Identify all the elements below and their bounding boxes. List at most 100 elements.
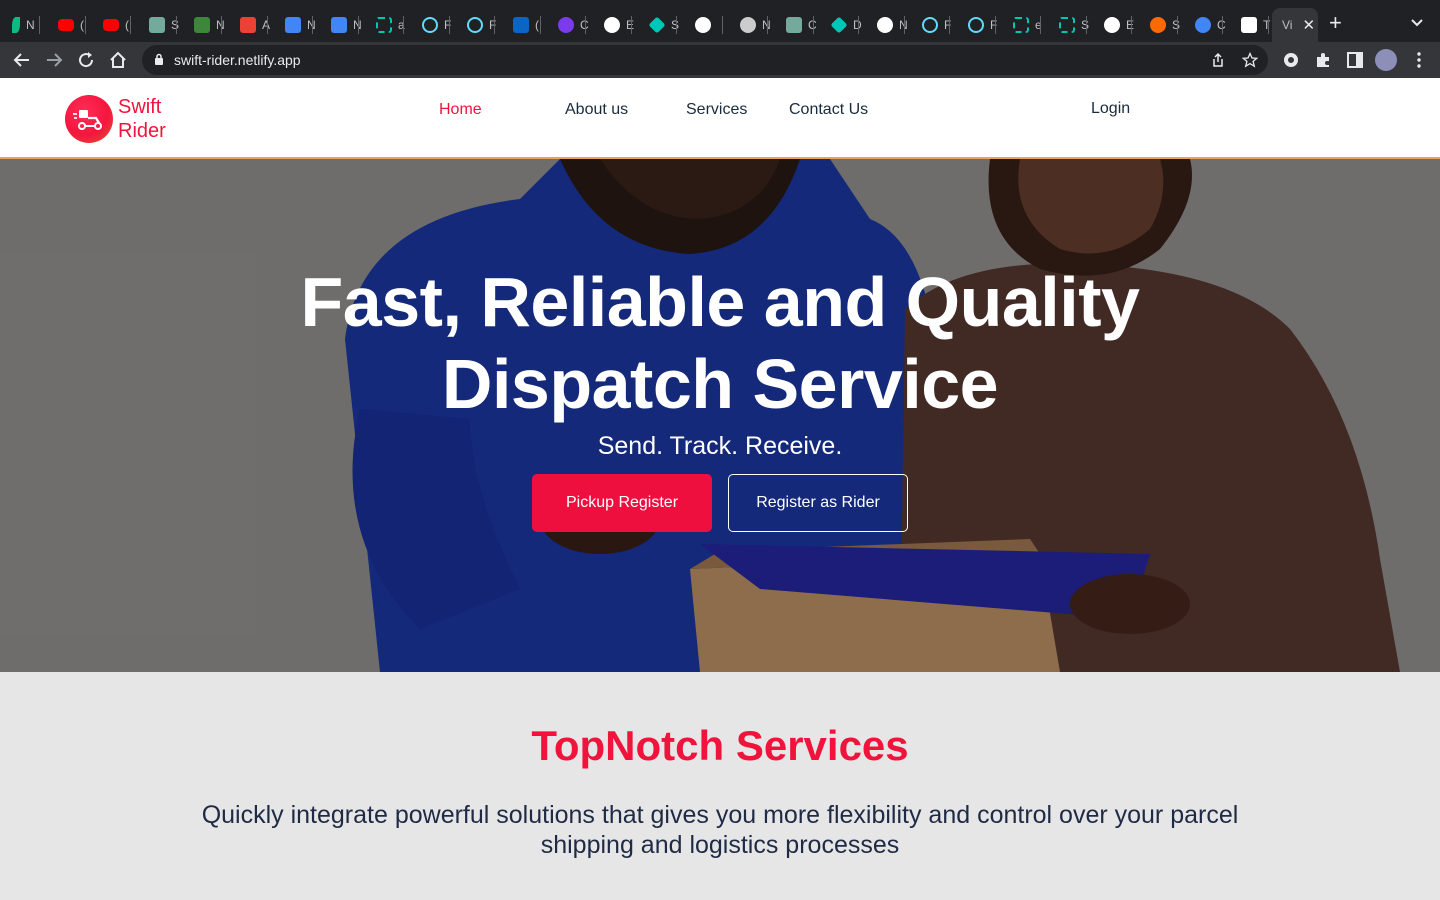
browser-tab[interactable]: A bbox=[230, 8, 270, 42]
browser-tab[interactable]: ( bbox=[93, 8, 129, 42]
tab-separator bbox=[676, 16, 677, 34]
pickup-register-button[interactable]: Pickup Register bbox=[532, 474, 712, 532]
lock-icon[interactable] bbox=[154, 53, 164, 66]
browser-tab[interactable]: N bbox=[321, 8, 362, 42]
forward-arrow-icon[interactable] bbox=[44, 50, 64, 70]
tab-favicon-icon bbox=[830, 16, 848, 34]
browser-tab[interactable]: E bbox=[1094, 8, 1134, 42]
back-arrow-icon[interactable] bbox=[12, 50, 32, 70]
tab-label: E bbox=[626, 18, 635, 32]
tab-favicon-icon bbox=[1059, 17, 1075, 33]
tab-label: A bbox=[262, 18, 271, 32]
browser-tab[interactable]: F bbox=[412, 8, 451, 42]
browser-tab[interactable]: ( bbox=[503, 8, 539, 42]
browser-tab[interactable]: T bbox=[1231, 8, 1270, 42]
tab-label: ( bbox=[80, 18, 84, 32]
tab-separator bbox=[1086, 16, 1087, 34]
browser-tab[interactable]: C bbox=[776, 8, 817, 42]
close-tab-icon[interactable]: ✕ bbox=[1302, 16, 1315, 34]
tab-separator bbox=[949, 16, 950, 34]
side-panel-icon[interactable] bbox=[1345, 50, 1365, 70]
hero-section: Fast, Reliable and Quality Dispatch Serv… bbox=[0, 159, 1440, 672]
tab-separator bbox=[494, 16, 495, 34]
browser-tab[interactable]: N bbox=[730, 8, 771, 42]
browser-tab[interactable]: F bbox=[912, 8, 951, 42]
tab-separator bbox=[904, 16, 905, 34]
services-title: TopNotch Services bbox=[531, 722, 909, 769]
nav-services[interactable]: Services bbox=[686, 101, 747, 119]
logo-badge[interactable] bbox=[65, 95, 113, 143]
tab-favicon-icon bbox=[467, 17, 483, 33]
tab-favicon-icon bbox=[422, 17, 438, 33]
tab-separator bbox=[1131, 16, 1132, 34]
services-section: TopNotch Services Quickly integrate powe… bbox=[0, 672, 1440, 900]
tab-separator bbox=[540, 16, 541, 34]
extension-globe-icon[interactable] bbox=[1281, 50, 1301, 70]
tab-separator bbox=[267, 16, 268, 34]
tab-separator bbox=[449, 16, 450, 34]
tab-favicon-icon bbox=[149, 17, 165, 33]
tab-separator bbox=[39, 16, 40, 34]
new-tab-button[interactable]: + bbox=[1329, 12, 1342, 34]
services-description: Quickly integrate powerful solutions tha… bbox=[201, 801, 1239, 859]
tab-label: ( bbox=[535, 18, 539, 32]
bookmark-star-icon[interactable] bbox=[1242, 52, 1258, 68]
active-tab[interactable]: Vi ✕ bbox=[1272, 8, 1318, 42]
login-link[interactable]: Login bbox=[1091, 100, 1130, 118]
browser-tab[interactable]: C bbox=[1185, 8, 1226, 42]
browser-tab[interactable] bbox=[685, 8, 717, 42]
tab-label: T bbox=[1263, 18, 1271, 32]
browser-tab[interactable]: a bbox=[366, 8, 405, 42]
tab-label: S bbox=[1172, 18, 1181, 32]
site-header: Swift Rider Home About us Services Conta… bbox=[0, 78, 1440, 159]
nav-home[interactable]: Home bbox=[439, 101, 482, 119]
logo-text[interactable]: Swift Rider bbox=[118, 95, 166, 143]
reload-icon[interactable] bbox=[76, 50, 96, 70]
tab-separator bbox=[130, 16, 131, 34]
active-tab-label: Vi bbox=[1282, 18, 1293, 32]
browser-tab[interactable]: S bbox=[1140, 8, 1180, 42]
nav-contact-us[interactable]: Contact Us bbox=[789, 101, 868, 119]
tab-separator bbox=[995, 16, 996, 34]
browser-tab[interactable]: F bbox=[958, 8, 997, 42]
browser-tab[interactable]: e bbox=[1003, 8, 1042, 42]
browser-tab[interactable]: N bbox=[2, 8, 35, 42]
browser-tab[interactable]: D bbox=[821, 8, 862, 42]
tab-label: F bbox=[444, 18, 452, 32]
browser-tab[interactable]: S bbox=[139, 8, 179, 42]
home-icon[interactable] bbox=[108, 50, 128, 70]
tab-favicon-icon bbox=[240, 17, 256, 33]
tab-favicon-icon bbox=[285, 17, 301, 33]
tab-label: S bbox=[671, 18, 680, 32]
browser-tab[interactable]: N bbox=[275, 8, 316, 42]
tab-separator bbox=[85, 16, 86, 34]
browser-tab[interactable]: ( bbox=[48, 8, 84, 42]
menu-kebab-icon[interactable] bbox=[1409, 50, 1429, 70]
share-icon[interactable] bbox=[1210, 52, 1226, 68]
tab-favicon-icon bbox=[58, 19, 74, 31]
browser-tab[interactable]: E bbox=[594, 8, 634, 42]
tab-label: F bbox=[990, 18, 998, 32]
extensions-puzzle-icon[interactable] bbox=[1313, 50, 1333, 70]
tab-favicon-icon bbox=[103, 19, 119, 31]
tab-favicon-icon bbox=[922, 17, 938, 33]
tab-favicon-icon bbox=[786, 17, 802, 33]
browser-tab[interactable]: F bbox=[457, 8, 496, 42]
browser-tab[interactable]: N bbox=[184, 8, 225, 42]
register-rider-button[interactable]: Register as Rider bbox=[728, 474, 908, 532]
tab-separator bbox=[585, 16, 586, 34]
nav-about-us[interactable]: About us bbox=[565, 101, 628, 119]
profile-avatar[interactable] bbox=[1375, 49, 1397, 71]
tab-separator bbox=[767, 16, 768, 34]
browser-tab[interactable]: S bbox=[1049, 8, 1089, 42]
tab-label: S bbox=[171, 18, 180, 32]
tab-separator bbox=[358, 16, 359, 34]
browser-tab[interactable]: C bbox=[548, 8, 589, 42]
browser-tab[interactable]: S bbox=[639, 8, 679, 42]
tab-search-chevron-icon[interactable] bbox=[1410, 16, 1424, 30]
tab-label: ( bbox=[125, 18, 129, 32]
browser-tab[interactable]: N bbox=[867, 8, 908, 42]
tab-separator bbox=[858, 16, 859, 34]
logo-line-rider: Rider bbox=[118, 120, 166, 142]
address-bar[interactable]: swift-rider.netlify.app bbox=[142, 45, 1268, 75]
